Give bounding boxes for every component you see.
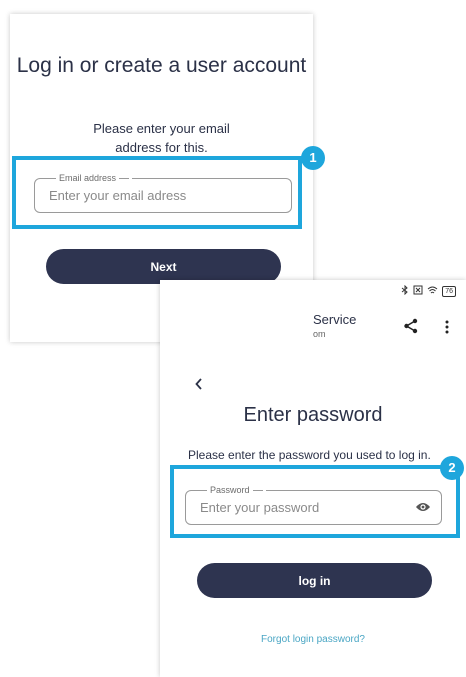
more-menu-icon[interactable]	[445, 320, 449, 339]
step-badge-2: 2	[440, 456, 464, 480]
password-screen-subtitle: Please enter the password you used to lo…	[188, 448, 431, 462]
password-field-highlight	[170, 465, 460, 538]
email-field-highlight	[12, 156, 302, 229]
login-button[interactable]: log in	[197, 563, 432, 598]
step-badge-1: 1	[301, 146, 325, 170]
battery-icon: 76	[442, 285, 456, 297]
nfc-icon	[413, 285, 423, 298]
status-bar: 76	[401, 284, 456, 298]
app-bar-title: Service	[313, 312, 357, 327]
bluetooth-icon	[401, 284, 409, 298]
back-arrow-icon[interactable]	[195, 377, 203, 395]
forgot-password-link[interactable]: Forgot login password?	[160, 634, 466, 645]
app-bar-subtitle: om	[313, 329, 326, 339]
share-icon[interactable]	[403, 318, 419, 339]
email-screen-subtitle: Please enter your email address for this…	[93, 121, 230, 155]
next-button[interactable]: Next	[46, 249, 281, 284]
wifi-icon	[427, 285, 438, 298]
email-screen-title: Log in or create a user account	[16, 54, 307, 77]
password-screen-title: Enter password	[243, 404, 383, 426]
